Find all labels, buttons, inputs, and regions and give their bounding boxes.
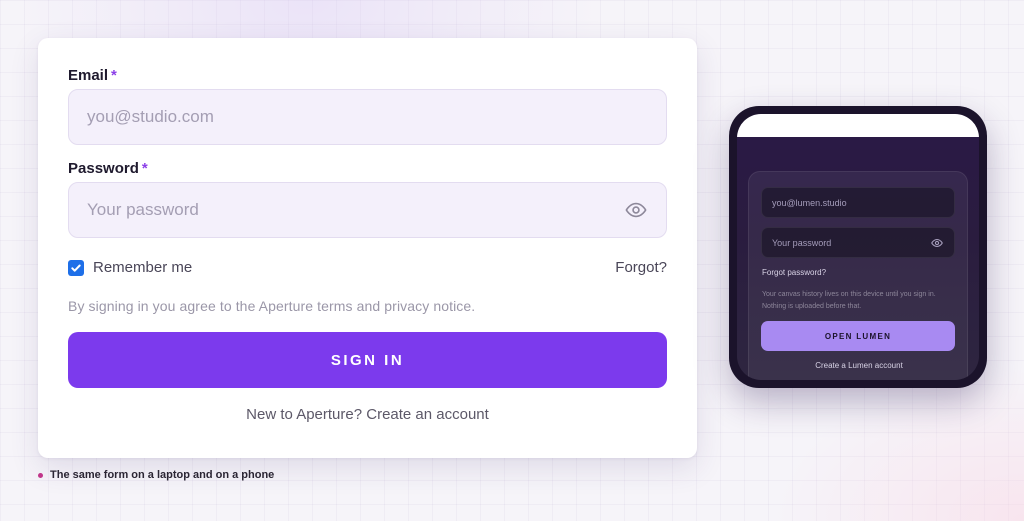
email-field[interactable] [87, 107, 648, 127]
password-field[interactable] [87, 200, 624, 220]
open-lumen-button[interactable]: OPEN LUMEN [761, 321, 955, 351]
email-label: Email * [68, 67, 117, 84]
email-field-wrapper [68, 89, 667, 145]
phone-forgot-password-link[interactable]: Forgot password? [762, 268, 826, 277]
password-label: Password * [68, 160, 148, 177]
password-label-text: Password [68, 160, 139, 177]
sign-in-button[interactable]: SIGN IN [68, 332, 667, 388]
eye-icon[interactable] [624, 198, 648, 222]
forgot-password-link[interactable]: Forgot? [615, 259, 667, 276]
remember-me[interactable]: Remember me [68, 259, 192, 276]
email-label-text: Email [68, 67, 109, 84]
remember-checkbox[interactable] [68, 259, 84, 276]
phone-email-field-wrapper [761, 187, 955, 218]
required-marker: * [111, 67, 117, 84]
laptop-login-card: Email* Password* Remember me Forgot? By … [38, 38, 697, 458]
phone-create-account-link[interactable]: Create a Lumen account [749, 361, 969, 370]
phone-notice-text: Your canvas history lives on this device… [762, 291, 936, 310]
phone-frame: Forgot password? Your canvas history liv… [729, 106, 987, 388]
phone-password-field[interactable] [772, 237, 930, 248]
phone-email-field[interactable] [772, 197, 944, 208]
figure-caption: The same form on a laptop and on a phone [38, 469, 274, 481]
remember-label: Remember me [93, 259, 193, 276]
bullet-dot-icon [38, 472, 43, 478]
required-marker: * [141, 160, 148, 177]
password-field-wrapper [68, 182, 667, 238]
phone-password-field-wrapper [761, 227, 955, 258]
eye-icon[interactable] [930, 236, 944, 250]
phone-screen: Forgot password? Your canvas history liv… [737, 114, 979, 380]
phone-status-bar [737, 114, 979, 137]
create-account-link[interactable]: New to Aperture? Create an account [38, 406, 697, 423]
checkmark-icon [71, 264, 81, 272]
phone-login-card: Forgot password? Your canvas history liv… [748, 171, 968, 380]
terms-notice: By signing in you agree to the Aperture … [68, 298, 476, 314]
caption-text: The same form on a laptop and on a phone [50, 469, 275, 481]
